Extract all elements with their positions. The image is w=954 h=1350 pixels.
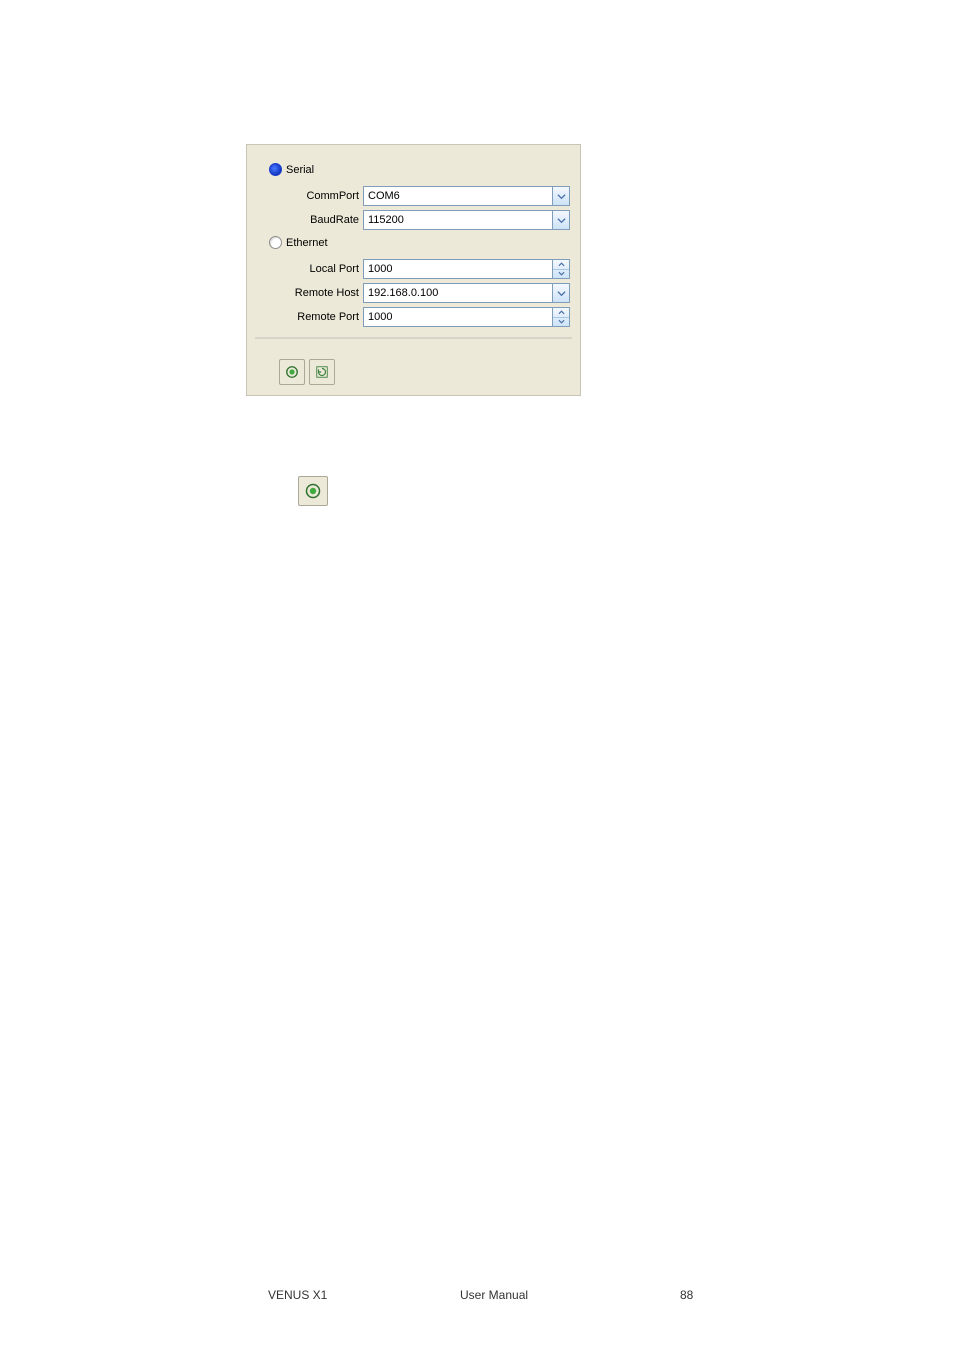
- baudrate-input[interactable]: [363, 210, 553, 230]
- ethernet-section: Ethernet Local Port Remote Host: [257, 236, 570, 327]
- page: Serial CommPort BaudRate: [0, 0, 954, 1350]
- localport-label: Local Port: [257, 263, 363, 275]
- remotehost-dropdown-button[interactable]: [553, 283, 570, 303]
- remoteport-row: Remote Port: [257, 307, 570, 327]
- baudrate-label: BaudRate: [257, 214, 363, 226]
- baudrate-dropdown-button[interactable]: [553, 210, 570, 230]
- refresh-icon: [315, 365, 329, 379]
- localport-spinner[interactable]: [553, 259, 570, 279]
- chevron-down-icon: [557, 192, 566, 201]
- refresh-button[interactable]: [309, 359, 335, 385]
- spin-up-button[interactable]: [553, 308, 569, 318]
- spin-up-button[interactable]: [553, 260, 569, 270]
- divider: [255, 337, 572, 339]
- chevron-down-icon: [558, 271, 565, 276]
- commport-dropdown-button[interactable]: [553, 186, 570, 206]
- commport-label: CommPort: [257, 190, 363, 202]
- chevron-down-icon: [558, 319, 565, 324]
- connection-dialog: Serial CommPort BaudRate: [246, 144, 581, 396]
- commport-row: CommPort: [257, 186, 570, 206]
- remoteport-spinner[interactable]: [553, 307, 570, 327]
- ethernet-radio-row[interactable]: Ethernet: [269, 236, 570, 249]
- localport-row: Local Port: [257, 259, 570, 279]
- chevron-down-icon: [557, 216, 566, 225]
- footer-page-number: 88: [680, 1288, 693, 1302]
- commport-input[interactable]: [363, 186, 553, 206]
- localport-input[interactable]: [363, 259, 553, 279]
- dialog-toolbar: [257, 351, 570, 385]
- remotehost-label: Remote Host: [257, 287, 363, 299]
- serial-label: Serial: [286, 164, 314, 176]
- radio-unselected-icon: [269, 236, 282, 249]
- target-icon: [305, 483, 321, 499]
- radio-selected-icon: [269, 163, 282, 176]
- chevron-down-icon: [557, 289, 566, 298]
- remotehost-row: Remote Host: [257, 283, 570, 303]
- ethernet-label: Ethernet: [286, 237, 328, 249]
- footer-title: User Manual: [460, 1288, 528, 1302]
- chevron-up-icon: [558, 310, 565, 315]
- remoteport-control: [363, 307, 570, 327]
- baudrate-row: BaudRate: [257, 210, 570, 230]
- localport-control: [363, 259, 570, 279]
- chevron-up-icon: [558, 262, 565, 267]
- connect-button[interactable]: [279, 359, 305, 385]
- standalone-connect-button[interactable]: [298, 476, 328, 506]
- spin-down-button[interactable]: [553, 270, 569, 279]
- commport-control: [363, 186, 570, 206]
- remotehost-control: [363, 283, 570, 303]
- remotehost-input[interactable]: [363, 283, 553, 303]
- serial-radio-row[interactable]: Serial: [269, 163, 570, 176]
- serial-section: Serial CommPort BaudRate: [257, 163, 570, 230]
- footer-product: VENUS X1: [268, 1288, 327, 1302]
- remoteport-label: Remote Port: [257, 311, 363, 323]
- target-icon: [285, 365, 299, 379]
- spin-down-button[interactable]: [553, 318, 569, 327]
- remoteport-input[interactable]: [363, 307, 553, 327]
- baudrate-control: [363, 210, 570, 230]
